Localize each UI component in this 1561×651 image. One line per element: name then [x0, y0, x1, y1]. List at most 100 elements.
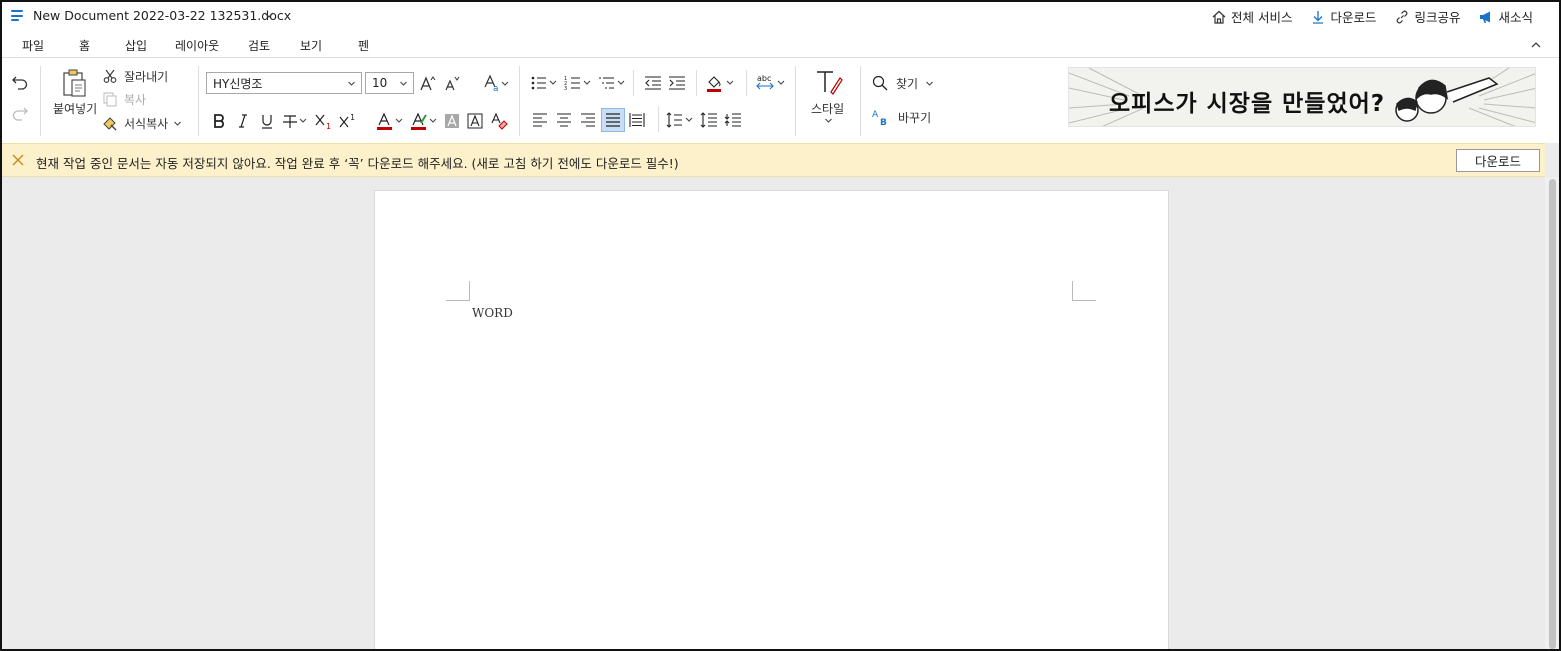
svg-text:3: 3 — [564, 86, 567, 92]
decrease-indent-button[interactable] — [642, 72, 664, 94]
shrink-font-button[interactable] — [442, 72, 462, 94]
clear-formatting-icon — [491, 112, 508, 130]
increase-indent-button[interactable] — [666, 72, 688, 94]
link-share-label: 링크공유 — [1414, 10, 1461, 25]
underline-button[interactable] — [258, 110, 276, 132]
style-label: 스타일 — [811, 102, 845, 116]
document-page[interactable]: WORD — [374, 190, 1169, 651]
multilevel-list-icon — [599, 77, 625, 89]
char-shading-button[interactable] — [443, 110, 461, 132]
collapse-ribbon-icon[interactable] — [1531, 41, 1541, 49]
align-center-button[interactable] — [553, 109, 575, 131]
scrollbar-thumb[interactable] — [1549, 179, 1556, 649]
paragraph-spacing-icon — [700, 112, 717, 128]
bold-button[interactable] — [210, 110, 228, 132]
undo-icon — [12, 76, 28, 90]
notice-download-button[interactable]: 다운로드 — [1456, 149, 1540, 172]
distribute-button[interactable] — [626, 109, 648, 131]
chevron-down-icon[interactable] — [264, 10, 274, 20]
redo-icon — [12, 107, 28, 121]
line-spacing-button[interactable] — [666, 109, 696, 131]
paragraph-shading-button[interactable] — [704, 72, 738, 94]
distribute-icon — [629, 113, 645, 127]
style-button[interactable] — [812, 68, 844, 96]
font-color-icon — [377, 112, 403, 130]
font-color-button[interactable] — [376, 110, 406, 132]
font-size-select[interactable]: 10 — [365, 72, 414, 94]
cut-button[interactable]: 잘라내기 — [102, 66, 182, 86]
tab-layout[interactable]: 레이아웃 — [175, 37, 219, 54]
bullet-list-icon — [531, 76, 557, 90]
numbered-list-button[interactable]: 123 — [563, 72, 595, 94]
svg-text:B: B — [880, 118, 887, 126]
bullet-list-button[interactable] — [529, 72, 561, 94]
close-icon[interactable] — [12, 154, 24, 166]
text-direction-button[interactable]: abc — [754, 72, 788, 94]
char-border-icon — [467, 113, 483, 129]
format-painter-button[interactable]: 서식복사 — [102, 113, 192, 133]
align-right-button[interactable] — [577, 109, 599, 131]
top-actions: 전체 서비스 다운로드 링크공유 새소식 — [1211, 7, 1533, 26]
replace-button[interactable]: AB 바꾸기 — [872, 106, 942, 128]
link-share-button[interactable]: 링크공유 — [1394, 7, 1460, 26]
svg-text:a: a — [493, 84, 499, 93]
margin-corner-top-left — [446, 281, 470, 301]
text-effects-button[interactable]: a — [482, 72, 512, 94]
line-spacing-icon — [666, 112, 693, 128]
paragraph-settings-icon — [724, 113, 741, 127]
news-label: 새소식 — [1498, 10, 1533, 25]
vertical-scrollbar[interactable] — [1545, 177, 1559, 649]
align-left-button[interactable] — [529, 109, 551, 131]
numbered-list-icon: 123 — [564, 76, 591, 92]
download-top-button[interactable]: 다운로드 — [1310, 7, 1376, 26]
replace-icon: AB — [872, 110, 887, 126]
hamburger-menu-icon[interactable] — [11, 10, 23, 21]
text-effects-icon: a — [484, 74, 509, 93]
align-justify-button[interactable] — [601, 108, 625, 132]
font-name-select[interactable]: HY신명조 — [206, 72, 362, 94]
strikethrough-button[interactable] — [282, 110, 310, 132]
multilevel-list-button[interactable] — [597, 72, 629, 94]
ribbon-home: 붙여넣기 잘라내기 복사 서식복사 HY신명조 10 a 1 1 1 2 3 a… — [2, 58, 1559, 143]
copy-icon — [103, 92, 117, 107]
tab-pen[interactable]: 펜 — [358, 37, 369, 54]
document-body-text[interactable]: WORD — [472, 306, 513, 320]
chevron-down-icon[interactable] — [825, 118, 832, 123]
align-right-icon — [581, 113, 595, 127]
chevron-down-icon — [400, 81, 407, 86]
ad-banner[interactable]: 오피스가 시장을 만들었어? — [1068, 67, 1536, 127]
ribbon-tabs: 파일 홈 삽입 레이아웃 검토 보기 펜 — [2, 32, 1559, 61]
italic-button[interactable] — [234, 110, 252, 132]
paste-button[interactable] — [58, 68, 90, 98]
title-bar: New Document 2022-03-22 132531.docx 전체 서… — [2, 2, 1559, 32]
paragraph-settings-button[interactable] — [722, 109, 744, 131]
tab-insert[interactable]: 삽입 — [125, 37, 147, 54]
cut-label: 잘라내기 — [124, 69, 169, 84]
char-border-button[interactable] — [466, 110, 484, 132]
font-size-value: 10 — [372, 76, 388, 90]
tab-file[interactable]: 파일 — [22, 37, 44, 54]
superscript-button[interactable]: 1 — [338, 110, 358, 132]
paragraph-spacing-button[interactable] — [698, 109, 720, 131]
notice-message: 현재 작업 중인 문서는 자동 저장되지 않아요. 작업 완료 후 ‘꼭’ 다운… — [36, 156, 679, 171]
tab-home[interactable]: 홈 — [76, 37, 93, 61]
ad-text: 오피스가 시장을 만들었어? — [1109, 91, 1386, 117]
news-button[interactable]: 새소식 — [1478, 7, 1533, 26]
align-left-icon — [533, 113, 547, 127]
undo-button[interactable] — [10, 72, 30, 92]
format-painter-label: 서식복사 — [124, 116, 169, 131]
subscript-button[interactable]: 1 — [314, 110, 334, 132]
redo-button[interactable] — [10, 103, 30, 123]
highlight-color-button[interactable] — [410, 110, 440, 132]
grow-font-button[interactable] — [418, 72, 438, 94]
font-name-value: HY신명조 — [213, 76, 263, 91]
link-icon — [1397, 10, 1408, 23]
document-title[interactable]: New Document 2022-03-22 132531.docx — [33, 8, 291, 23]
find-button[interactable]: 찾기 — [872, 72, 942, 94]
clear-formatting-button[interactable] — [489, 110, 509, 132]
find-label: 찾기 — [896, 76, 919, 91]
copy-button[interactable]: 복사 — [102, 89, 182, 109]
all-services-button[interactable]: 전체 서비스 — [1211, 7, 1292, 26]
tab-view[interactable]: 보기 — [300, 37, 322, 54]
tab-review[interactable]: 검토 — [248, 37, 270, 54]
